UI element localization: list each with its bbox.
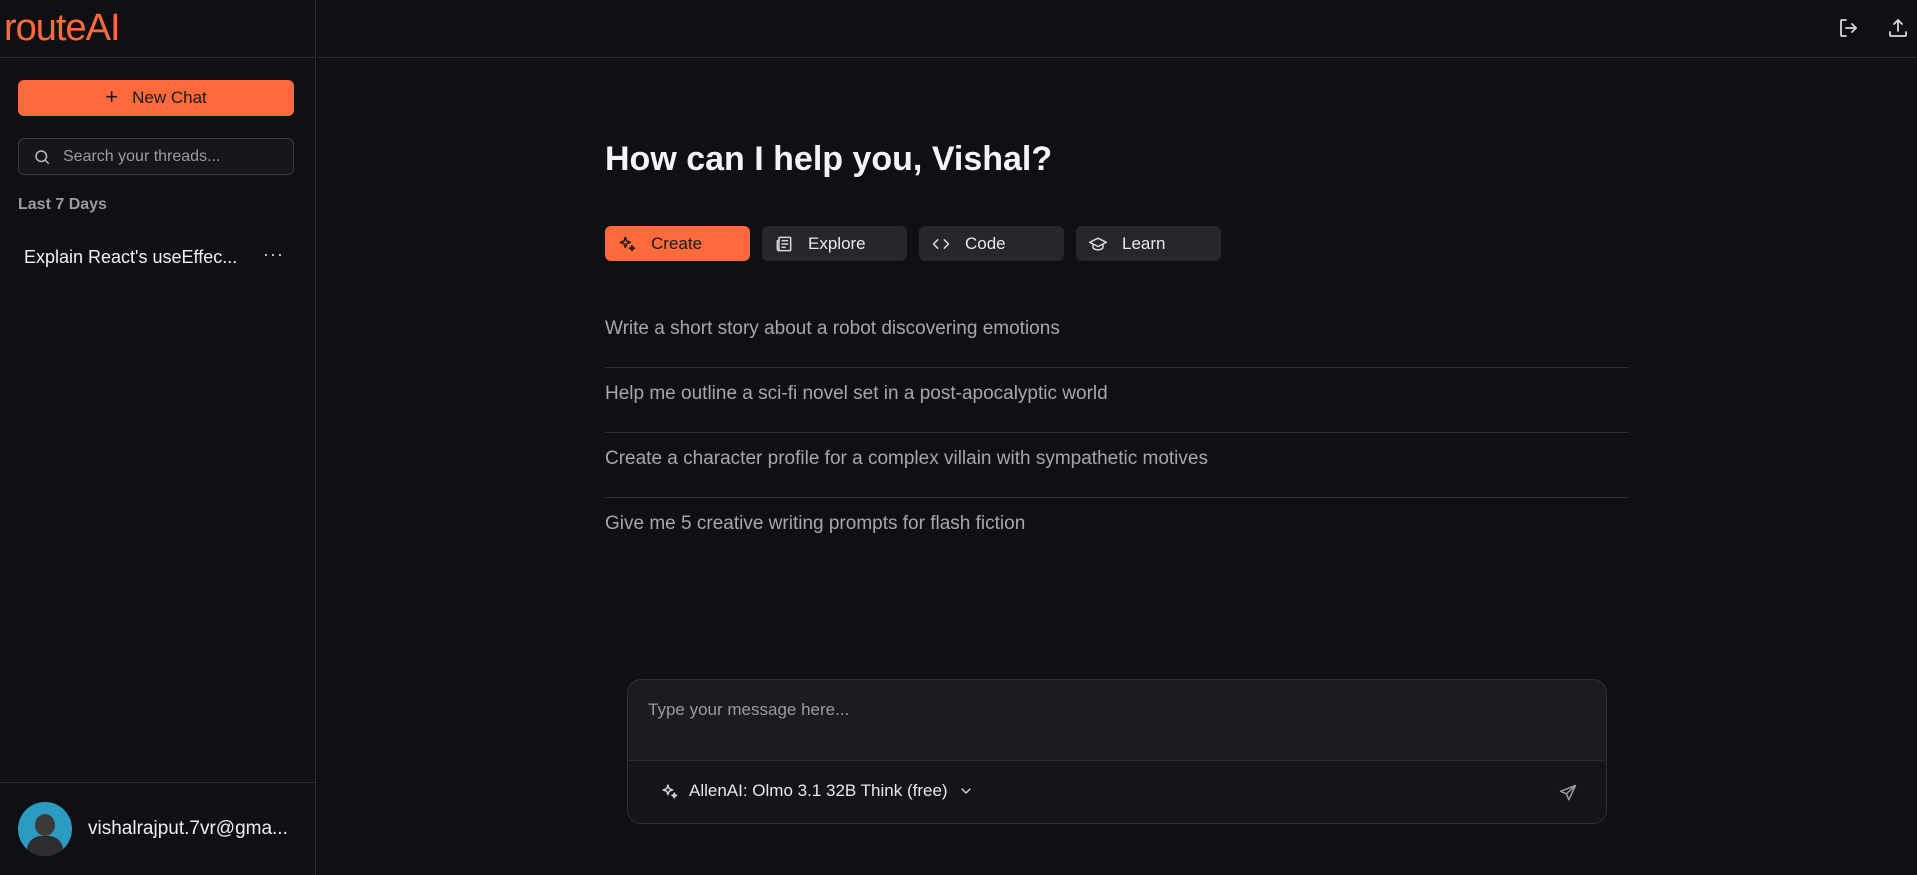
logout-icon[interactable] [1837, 16, 1861, 40]
avatar [18, 802, 72, 856]
thread-item[interactable]: Explain React's useEffec... ··· [18, 240, 294, 274]
tab-code[interactable]: Code [919, 226, 1064, 261]
tab-code-label: Code [965, 233, 1006, 253]
tab-explore[interactable]: Explore [762, 226, 907, 261]
tab-create-label: Create [651, 233, 703, 253]
search-input[interactable] [63, 147, 273, 166]
app-logo[interactable]: routeAI [4, 7, 121, 50]
thread-title: Explain React's useEffec... [24, 246, 238, 267]
thread-search[interactable] [18, 138, 294, 175]
graduation-cap-icon [1088, 236, 1108, 251]
logo-bar: routeAI [0, 0, 315, 58]
model-selector[interactable]: AllenAI: Olmo 3.1 32B Think (free) [660, 781, 974, 801]
message-input[interactable] [648, 700, 1578, 750]
user-account[interactable]: vishalrajput.7vr@gma... [0, 782, 316, 875]
search-icon [35, 149, 50, 164]
section-label-last-7-days: Last 7 Days [18, 196, 107, 213]
new-chat-button[interactable]: + New Chat [18, 80, 294, 116]
suggestion-item[interactable]: Create a character profile for a complex… [605, 433, 1629, 498]
page-title: How can I help you, Vishal? [605, 140, 1053, 178]
suggestion-item[interactable]: Help me outline a sci-fi novel set in a … [605, 368, 1629, 433]
share-icon[interactable] [1886, 16, 1910, 40]
tab-learn-label: Learn [1122, 233, 1166, 253]
model-name: AllenAI: Olmo 3.1 32B Think (free) [689, 781, 948, 800]
tab-explore-label: Explore [808, 233, 866, 253]
suggestion-item[interactable]: Give me 5 creative writing prompts for f… [605, 498, 1629, 563]
suggestion-item[interactable]: Write a short story about a robot discov… [605, 303, 1629, 368]
plus-icon: + [105, 84, 119, 109]
category-tabs: Create Explore Code Learn [605, 226, 1221, 261]
top-bar [317, 0, 1917, 58]
user-email: vishalrajput.7vr@gma... [88, 818, 288, 839]
code-icon [932, 238, 950, 249]
chevron-down-icon [960, 788, 971, 794]
sparkles-icon [662, 783, 678, 799]
new-chat-label: New Chat [132, 88, 207, 107]
suggestion-list: Write a short story about a robot discov… [605, 303, 1629, 563]
tab-learn[interactable]: Learn [1076, 226, 1221, 261]
composer-footer: AllenAI: Olmo 3.1 32B Think (free) [628, 760, 1606, 823]
more-options-icon[interactable]: ··· [263, 244, 284, 265]
sidebar: routeAI + New Chat Last 7 Days Explain R… [0, 0, 316, 875]
send-icon[interactable] [1558, 783, 1578, 803]
newspaper-icon [776, 236, 792, 251]
message-composer: AllenAI: Olmo 3.1 32B Think (free) [627, 679, 1607, 824]
sparkles-icon [619, 236, 636, 251]
tab-create[interactable]: Create [605, 226, 750, 261]
